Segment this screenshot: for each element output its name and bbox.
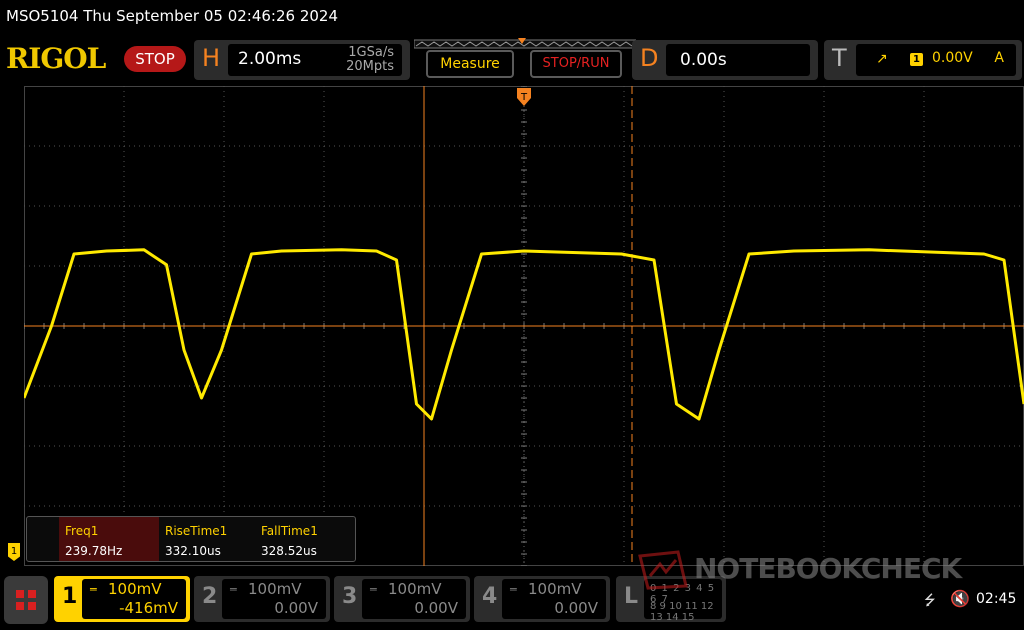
measurement-label: RiseTime1 [165, 524, 228, 538]
channel-number: 4 [482, 584, 498, 609]
channel-scale: 100mV [388, 580, 442, 598]
channel-3-box[interactable]: 3 ═ 100mV 0.00V [334, 576, 470, 622]
channel-number: 1 [62, 584, 78, 609]
sample-rate: 1GSa/s [348, 45, 394, 60]
timebase-value: 2.00ms [238, 49, 302, 69]
channel-scale: 100mV [248, 580, 302, 598]
channel-offset: 0.00V [554, 599, 598, 617]
trigger-display: ↗ 1 0.00V A [856, 44, 1016, 76]
horizontal-timebase-box[interactable]: H 2.00ms 1GSa/s 20Mpts [194, 40, 410, 80]
rising-edge-icon: ↗ [876, 51, 888, 67]
measurement-value: 332.10us [165, 544, 221, 558]
channel-scale: 100mV [528, 580, 582, 598]
rigol-logo: RIGOL [6, 42, 106, 75]
channel-scale: 100mV [108, 580, 162, 598]
logic-row-2: 8 9 10 11 12 13 14 15 [650, 601, 714, 623]
speaker-mute-icon[interactable]: 🔇 [950, 589, 970, 608]
run-status-badge[interactable]: STOP [124, 46, 186, 72]
channel-2-box[interactable]: 2 ═ 100mV 0.00V [194, 576, 330, 622]
delay-box[interactable]: D 0.00s [632, 40, 818, 80]
delay-value: 0.00s [666, 44, 810, 76]
ch1-offset-marker[interactable]: 1 [8, 543, 20, 561]
measurement-rise-time[interactable]: RiseTime1 332.10us [159, 517, 255, 561]
usb-icon: ⭍ [924, 593, 936, 609]
trigger-source: 1 [910, 53, 923, 66]
measurement-label: FallTime1 [261, 524, 318, 538]
menu-grid-icon [16, 590, 24, 598]
horizontal-label: H [202, 44, 221, 72]
channel-4-box[interactable]: 4 ═ 100mV 0.00V [474, 576, 610, 622]
measure-button[interactable]: Measure [426, 50, 514, 78]
dc-coupling-icon: ═ [230, 583, 237, 596]
memory-depth: 20Mpts [346, 59, 394, 74]
main-menu-button[interactable] [4, 576, 48, 624]
dc-coupling-icon: ═ [510, 583, 517, 596]
system-clock: 02:45 [976, 591, 1017, 607]
delay-label: D [640, 44, 659, 72]
channel-number: 3 [342, 584, 358, 609]
measurement-panel[interactable]: Freq1 239.78Hz RiseTime1 332.10us FallTi… [26, 516, 356, 562]
channel-settings: ═ 100mV 0.00V [222, 579, 326, 619]
measurement-value: 239.78Hz [65, 544, 123, 558]
bottom-bar: 1 ═ 100mV -416mV 2 ═ 100mV 0.00V 3 ═ 100… [0, 570, 1024, 630]
trigger-label: T [832, 44, 847, 72]
dc-coupling-icon: ═ [370, 583, 377, 596]
measurement-freq[interactable]: Freq1 239.78Hz [59, 517, 159, 561]
waveform-grid[interactable]: T [24, 86, 1024, 566]
logic-analyzer-box[interactable]: L 0 1 2 3 4 5 6 7 8 9 10 11 12 13 14 15 [616, 576, 726, 623]
menu-grid-icon [28, 602, 36, 610]
logic-channels: 0 1 2 3 4 5 6 7 8 9 10 11 12 13 14 15 [644, 579, 722, 623]
measurement-value: 328.52us [261, 544, 317, 558]
channel-settings: ═ 100mV -416mV [82, 579, 186, 619]
logic-label: L [624, 584, 639, 609]
measurement-label: Freq1 [65, 524, 99, 538]
menu-grid-icon [16, 602, 24, 610]
trigger-level: 0.00V [932, 50, 973, 66]
dc-coupling-icon: ═ [90, 583, 97, 596]
menu-grid-icon [28, 590, 36, 598]
channel-settings: ═ 100mV 0.00V [502, 579, 606, 619]
oscilloscope-screen: MSO5104 Thu September 05 02:46:26 2024 R… [0, 0, 1024, 630]
memory-position-bar [414, 38, 636, 49]
channel-number: 2 [202, 584, 218, 609]
trigger-box[interactable]: T ↗ 1 0.00V A [824, 40, 1022, 80]
top-toolbar: RIGOL STOP H 2.00ms 1GSa/s 20Mpts Measur… [0, 36, 1024, 84]
waveform-display[interactable]: T [24, 86, 1024, 566]
channel-1-box[interactable]: 1 ═ 100mV -416mV [54, 576, 190, 622]
title-bar: MSO5104 Thu September 05 02:46:26 2024 [0, 0, 1024, 34]
measurement-fall-time[interactable]: FallTime1 328.52us [255, 517, 351, 561]
channel-offset: 0.00V [274, 599, 318, 617]
stop-run-button[interactable]: STOP/RUN [530, 50, 622, 78]
timebase-display: 2.00ms 1GSa/s 20Mpts [228, 44, 402, 76]
trigger-time-marker-label: T [520, 92, 528, 103]
channel-offset: 0.00V [414, 599, 458, 617]
channel-offset: -416mV [119, 599, 178, 617]
channel-settings: ═ 100mV 0.00V [362, 579, 466, 619]
trigger-mode: A [994, 50, 1004, 66]
